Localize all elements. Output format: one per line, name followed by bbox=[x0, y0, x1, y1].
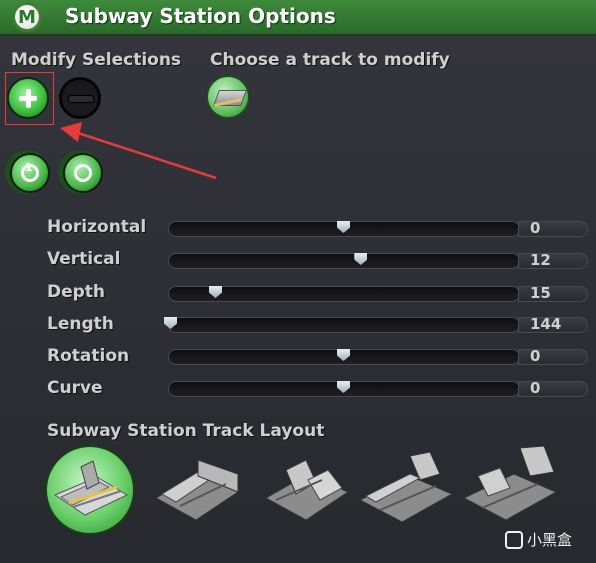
station-layout-icon bbox=[462, 445, 558, 521]
slider-label: Rotation bbox=[47, 346, 130, 366]
slider-label: Length bbox=[47, 314, 114, 334]
station-layout-icon bbox=[154, 459, 240, 521]
slider-label: Vertical bbox=[47, 249, 121, 269]
slider-value: 0 bbox=[530, 379, 541, 397]
layout-option-5[interactable] bbox=[460, 445, 560, 534]
slider-value: 0 bbox=[530, 347, 541, 365]
slider-label: Depth bbox=[47, 282, 106, 302]
slider-track[interactable] bbox=[168, 253, 520, 269]
station-layout-icon bbox=[264, 459, 350, 521]
watermark-text: 小黑盒 bbox=[527, 531, 573, 549]
slider-track[interactable] bbox=[168, 317, 520, 333]
layout-option-3[interactable] bbox=[262, 450, 352, 532]
layout-option-4[interactable] bbox=[356, 450, 456, 534]
slider-value: 15 bbox=[530, 284, 551, 302]
slider-label: Horizontal bbox=[47, 217, 147, 237]
layout-option-1-selected[interactable] bbox=[45, 445, 135, 535]
track-layout-label: Subway Station Track Layout bbox=[47, 421, 325, 441]
slider-value: 0 bbox=[530, 219, 541, 237]
slider-label: Curve bbox=[47, 378, 103, 398]
station-layout-icon bbox=[53, 460, 129, 516]
slider-value: 144 bbox=[530, 315, 562, 333]
watermark: 小黑盒 bbox=[505, 529, 572, 550]
layout-option-2[interactable] bbox=[152, 450, 242, 532]
watermark-logo-icon bbox=[505, 530, 523, 549]
slider-value: 12 bbox=[530, 251, 551, 269]
station-layout-icon bbox=[358, 451, 454, 523]
